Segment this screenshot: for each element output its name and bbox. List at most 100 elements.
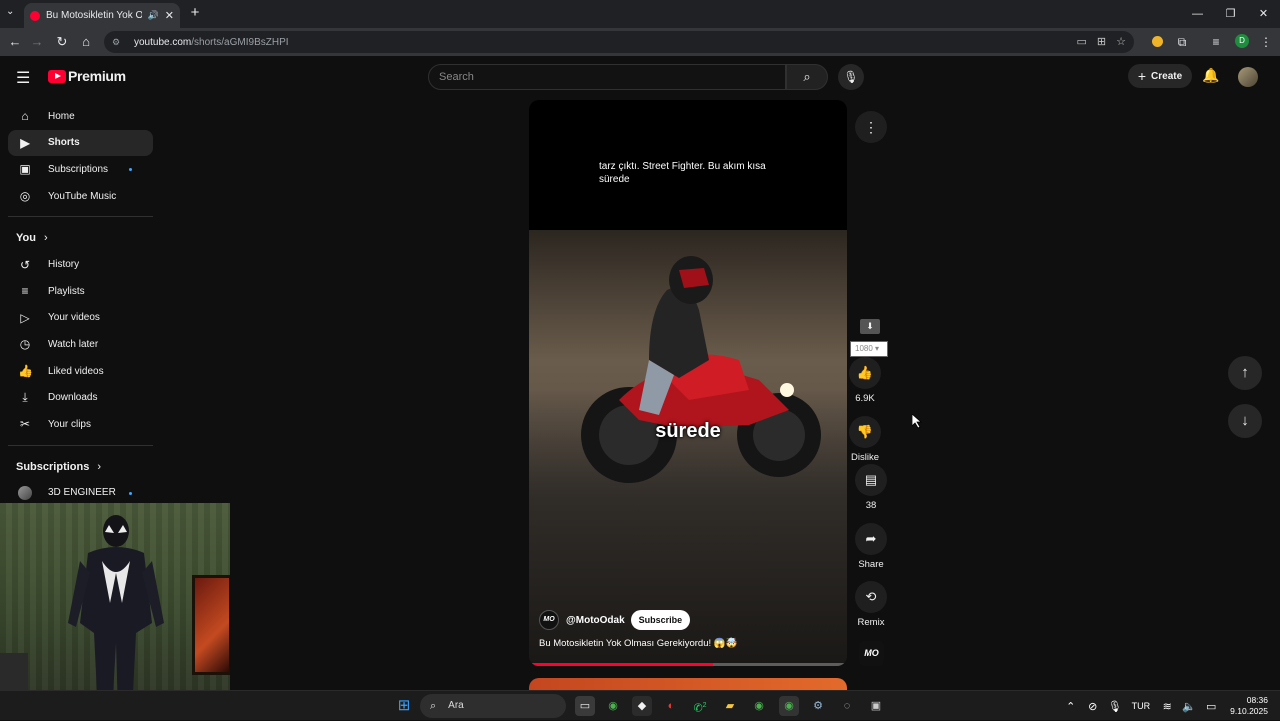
tab-search-chevron-icon[interactable]: ⌄ [6,6,14,17]
account-avatar[interactable] [1238,67,1258,87]
channel-name[interactable]: @MotoOdak [566,615,625,626]
remix-button[interactable]: ⟲ [855,581,887,613]
logo-text: Premium [68,68,126,84]
app-red-icon[interactable]: ◐ [661,696,681,716]
dislike-button[interactable]: 👎 [849,416,881,448]
window-controls: — ❐ ✕ [1181,0,1280,28]
more-options-button[interactable]: ⋮ [855,111,887,143]
address-bar[interactable]: ⚙ youtube.com /shorts/aGMI9BsZHPI ▭ ⊞ ☆ [104,31,1134,53]
sidebar-item-your-clips[interactable]: ✂ Your clips [8,411,153,438]
wifi-icon[interactable]: ≋ [1156,700,1178,713]
sidebar-item-watch-later[interactable]: ◷ Watch later [8,331,153,358]
shorts-video-player[interactable]: tarz çıktı. Street Fighter. Bu akım kısa… [529,100,847,666]
sidebar-item-subscriptions[interactable]: ▣ Subscriptions [8,156,153,183]
file-explorer-icon[interactable]: ▰ [720,696,740,716]
battery-icon[interactable]: ▭ [1200,700,1222,713]
windows-start-icon[interactable]: ⊞ [394,696,414,716]
sidebar-item-label: Your clips [48,418,91,430]
close-window-button[interactable]: ✕ [1247,0,1280,28]
microphone-icon: 🎙 [843,70,859,84]
close-tab-icon[interactable]: ✕ [165,9,174,22]
input-language[interactable]: TUR [1132,701,1151,711]
bookmark-star-icon[interactable]: ☆ [1116,31,1126,53]
like-button[interactable]: 👍 [849,357,881,389]
microphone-icon[interactable]: 🎙 [1104,700,1126,713]
minimize-button[interactable]: — [1181,0,1214,28]
scissors-icon: ✂ [19,417,31,432]
site-info-icon[interactable]: ⚙ [112,37,124,48]
tray-app-icon[interactable]: ⊘ [1082,700,1104,713]
history-icon: ↺ [19,257,31,272]
taskbar-search[interactable]: ⌕ Ara [420,694,566,718]
audio-playing-icon[interactable]: 🔊 [148,10,159,21]
previous-short-button[interactable]: ↑ [1228,356,1262,390]
webcam-character [68,515,164,713]
sidebar-item-liked-videos[interactable]: 👍 Liked videos [8,358,153,385]
sidebar-item-label: Subscriptions [48,163,109,175]
extension-icon[interactable] [1152,36,1163,47]
video-title[interactable]: Bu Motosikletin Yok Olması Gerekiyordu! … [539,638,737,649]
sidebar-item-youtube-music[interactable]: ◎ YouTube Music [8,183,153,210]
video-progress-bar[interactable] [529,663,847,666]
new-content-dot [129,168,132,172]
translate-icon[interactable]: ⊞ [1097,31,1106,53]
thumbs-up-icon: 👍 [18,364,33,379]
windows-taskbar: ⊞ ⌕ Ara ▭ ◉ ◆ ◐ ✆2 ▰ ◉ ◉ ⚙ ◌ ▣ ⌃ ⊘ 🎙 TUR… [0,690,1280,720]
back-button[interactable]: ← [6,33,24,51]
sidebar-section-you[interactable]: You › [8,225,153,251]
quality-select[interactable]: 1080 ▾ [850,341,888,357]
app-circle-icon[interactable]: ◌ [837,696,857,716]
clock-time: 08:36 [1246,695,1268,705]
taskbar-clock[interactable]: 08:36 9.10.2025 [1230,695,1268,717]
app-icon[interactable]: ◆ [632,696,652,716]
cast-icon[interactable]: ▭ [1077,31,1087,53]
extensions-puzzle-icon[interactable]: ⧉ [1173,33,1191,51]
task-view-icon[interactable]: ▭ [575,696,595,716]
media-controls-icon[interactable]: ≡ [1207,33,1225,51]
sidebar-item-playlists[interactable]: ≡ Playlists [8,278,153,305]
reload-button[interactable]: ↻ [53,33,71,51]
next-short-button[interactable]: ↓ [1228,404,1262,438]
chrome-icon[interactable]: ◉ [603,696,623,716]
browser-menu-icon[interactable]: ⋮ [1257,33,1275,51]
download-extension-icon[interactable]: ⬇ [860,319,880,334]
restore-button[interactable]: ❐ [1214,0,1247,28]
more-vertical-icon: ⋮ [864,119,878,135]
notifications-bell-icon[interactable]: 🔔 [1202,67,1219,84]
whatsapp-icon[interactable]: ✆2 [690,696,710,716]
profile-avatar[interactable]: D [1235,34,1249,48]
sidebar-item-home[interactable]: ⌂ Home [8,103,153,130]
voice-search-button[interactable]: 🎙 [838,64,864,90]
browser-toolbar: ← → ↻ ⌂ ⚙ youtube.com /shorts/aGMI9BsZHP… [0,28,1280,56]
browser-tab[interactable]: Bu Motosikletin Yok Olması... 🔊 ✕ [24,3,180,28]
search-input[interactable]: Search [428,64,786,90]
search-button[interactable]: ⌕ [786,64,828,90]
volume-icon[interactable]: 🔈 [1178,700,1200,713]
channel-thumbnail-button[interactable]: MO [859,641,884,666]
chrome-icon-2[interactable]: ◉ [749,696,769,716]
sidebar-item-downloads[interactable]: ⤓ Downloads [8,384,153,411]
share-button[interactable]: ➦ [855,523,887,555]
steam-icon[interactable]: ⚙ [808,696,828,716]
forward-button[interactable]: → [28,33,46,51]
youtube-favicon-icon [30,10,40,21]
youtube-premium-logo[interactable]: Premium [48,68,126,84]
sidebar-item-history[interactable]: ↺ History [8,251,153,278]
home-button[interactable]: ⌂ [77,33,95,51]
tray-chevron-icon[interactable]: ⌃ [1060,700,1082,713]
next-short-preview[interactable] [529,678,847,690]
subscribe-button[interactable]: Subscribe [630,610,691,630]
sidebar-section-subscriptions[interactable]: Subscriptions › [8,454,153,480]
app-window-icon[interactable]: ▣ [866,696,886,716]
plus-icon: + [1137,68,1147,84]
create-button[interactable]: + Create [1128,64,1192,88]
webcam-overlay [0,503,230,720]
new-tab-button[interactable]: + [186,4,204,22]
comments-button[interactable]: ▤ [855,464,887,496]
sidebar-item-your-videos[interactable]: ▷ Your videos [8,305,153,332]
guide-menu-icon[interactable]: ☰ [16,68,30,88]
channel-logo[interactable]: MO [539,610,559,630]
search-icon: ⌕ [430,700,437,712]
sidebar-item-shorts[interactable]: ▶ Shorts [8,129,153,157]
chrome-active-icon[interactable]: ◉ [779,696,799,716]
